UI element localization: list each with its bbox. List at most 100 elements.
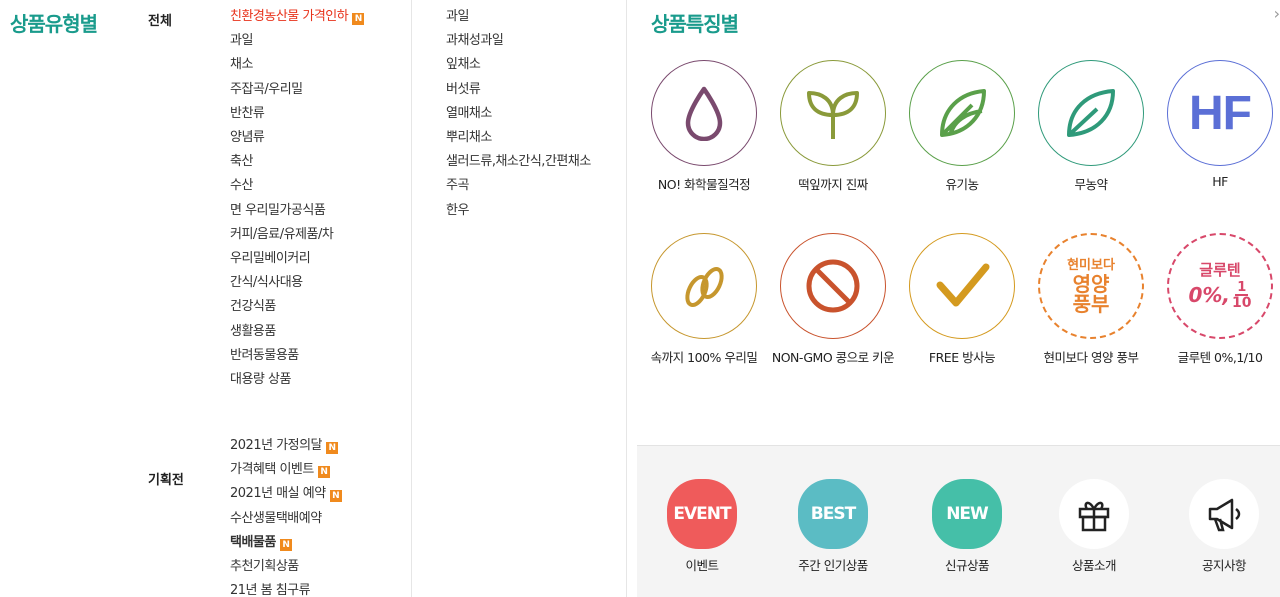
- subcategory-item-label: 한우: [446, 202, 469, 218]
- feature-label: HF: [1212, 174, 1228, 189]
- best-link[interactable]: BEST 주간 인기상품: [768, 479, 898, 574]
- subcategory-item-label: 과채성과일: [446, 33, 504, 49]
- hf-text: HF: [1189, 86, 1252, 140]
- feature-label: 속까지 100% 우리밀: [650, 350, 758, 365]
- divider: [411, 0, 412, 597]
- plan-item-label: 21년 봄 침구류: [230, 583, 311, 597]
- feature-korean-wheat[interactable]: 속까지 100% 우리밀: [639, 233, 769, 366]
- category-item[interactable]: 반찬류: [230, 102, 364, 126]
- product-type-title: 상품유형별: [10, 12, 98, 36]
- feature-label: NON-GMO 콩으로 키운: [771, 350, 895, 365]
- feature-pesticide-free[interactable]: 무농약: [1026, 60, 1156, 193]
- subcategory-item[interactable]: 한우: [446, 199, 591, 223]
- gift-icon: [1059, 479, 1129, 549]
- chevron-right-icon[interactable]: ›: [1274, 4, 1280, 23]
- plan-item-label: 2021년 가정의달: [230, 438, 323, 453]
- category-item[interactable]: 주잡곡/우리밀: [230, 78, 364, 102]
- plan-item[interactable]: 추천기획상품: [230, 555, 342, 579]
- subcategory-item[interactable]: 열매채소: [446, 102, 591, 126]
- wheat-icon: [651, 233, 757, 339]
- plan-item[interactable]: 2021년 가정의달 N: [230, 434, 342, 458]
- feature-label: 무농약: [1074, 177, 1108, 192]
- all-category-label: 전체: [148, 14, 172, 29]
- new-badge-icon: N: [329, 490, 342, 503]
- plan-item-label: 추천기획상품: [230, 559, 299, 575]
- notice-link[interactable]: 공지사항: [1159, 479, 1280, 574]
- feature-label: 글루텐 0%,1/10: [1177, 350, 1263, 365]
- check-icon: [909, 233, 1015, 339]
- category-item-label: 과일: [230, 33, 253, 49]
- stamp-icon: 현미보다 영양 풍부: [1038, 233, 1144, 339]
- new-badge-icon: N: [352, 13, 365, 25]
- feature-label: NO! 화학물질걱정: [657, 177, 751, 192]
- feature-no-chemicals[interactable]: NO! 화학물질걱정: [639, 60, 769, 193]
- gluten-top-text: 글루텐: [1199, 260, 1241, 279]
- plan-item[interactable]: 택배물품 N: [230, 531, 342, 555]
- stamp-mid-text: 영양: [1072, 271, 1110, 296]
- subcategory-item[interactable]: 잎채소: [446, 53, 591, 77]
- plan-item[interactable]: 21년 봄 침구류: [230, 579, 342, 597]
- feature-label: 현미보다 영양 풍부: [1043, 350, 1139, 365]
- feature-radiation-free[interactable]: FREE 방사능: [897, 233, 1027, 366]
- new-link[interactable]: NEW 신규상품: [902, 479, 1032, 574]
- category-item[interactable]: 과일: [230, 29, 364, 53]
- new-badge-icon: N: [317, 466, 330, 479]
- subcategory-item[interactable]: 뿌리채소: [446, 126, 591, 150]
- new-badge-icon: N: [279, 538, 292, 551]
- subcategory-item[interactable]: 과일: [446, 5, 591, 29]
- category-item-label: 간식/식사대용: [230, 275, 303, 291]
- category-item[interactable]: 수산: [230, 174, 364, 198]
- bottom-label: 상품소개: [1071, 558, 1117, 573]
- subcategory-item-label: 뿌리채소: [446, 130, 492, 146]
- feature-gluten[interactable]: 글루텐 0%, 1 10 글루텐 0%,1/10: [1155, 233, 1280, 366]
- plan-item-label: 2021년 매실 예약: [230, 486, 326, 502]
- subcategory-item[interactable]: 버섯류: [446, 78, 591, 102]
- feature-hf[interactable]: HF HF: [1155, 60, 1280, 189]
- category-item[interactable]: 우리밀베이커리: [230, 247, 364, 271]
- drop-icon: [651, 60, 757, 166]
- category-item[interactable]: 축산: [230, 150, 364, 174]
- product-intro-link[interactable]: 상품소개: [1029, 479, 1159, 574]
- new-badge-icon: N: [326, 442, 339, 454]
- bottom-label: 주간 인기상품: [798, 558, 868, 573]
- subcategory-item-label: 열매채소: [446, 105, 492, 121]
- category-item[interactable]: 반려동물용품: [230, 344, 364, 368]
- subcategory-item[interactable]: 과채성과일: [446, 29, 591, 53]
- category-item[interactable]: 대용량 상품: [230, 368, 364, 392]
- stamp-bot-text: 풍부: [1072, 291, 1110, 316]
- subcategory-item-label: 버섯류: [446, 81, 481, 97]
- best-badge-icon: BEST: [798, 479, 868, 549]
- subcategory-item[interactable]: 샐러드류,채소간식,간편채소: [446, 150, 591, 174]
- category-item-label: 친환경농산물 가격인하: [230, 9, 349, 24]
- plan-item[interactable]: 수산생물택배예약: [230, 507, 342, 531]
- feature-non-gmo[interactable]: NON-GMO 콩으로 키운: [768, 233, 898, 366]
- category-item[interactable]: 건강식품: [230, 295, 364, 319]
- event-link[interactable]: EVENT 이벤트: [637, 479, 767, 574]
- bottom-label: 이벤트: [685, 558, 719, 573]
- category-item-label: 면 우리밀가공식품: [230, 202, 326, 218]
- category-item[interactable]: 친환경농산물 가격인하 N: [230, 5, 365, 29]
- category-list-main: 친환경농산물 가격인하 N 과일채소주잡곡/우리밀 반찬류 양념류 축산 수산면 우리밀가공…: [230, 5, 365, 392]
- category-item-label: 채소: [230, 57, 253, 73]
- plan-item[interactable]: 가격혜택 이벤트 N: [230, 458, 342, 482]
- bottom-label: 공지사항: [1201, 558, 1247, 573]
- leaves-icon: [909, 60, 1015, 166]
- event-badge-icon: EVENT: [667, 479, 737, 549]
- category-item[interactable]: 생활용품: [230, 320, 364, 344]
- gluten-den-text: 10: [1232, 294, 1252, 311]
- category-item[interactable]: 채소: [230, 53, 364, 77]
- category-item[interactable]: 면 우리밀가공식품: [230, 199, 364, 223]
- category-list-sub: 과일과채성과일잎채소버섯류열매채소뿌리채소샐러드류,채소간식,간편채소 주곡한우: [446, 5, 591, 223]
- feature-label: 유기농: [945, 177, 979, 192]
- plan-item[interactable]: 2021년 매실 예약 N: [230, 482, 342, 506]
- category-item-label: 우리밀베이커리: [230, 251, 311, 267]
- feature-organic[interactable]: 유기농: [897, 60, 1027, 193]
- category-item[interactable]: 간식/식사대용: [230, 271, 364, 295]
- category-item[interactable]: 커피/음료/유제품/차: [230, 223, 364, 247]
- feature-label: FREE 방사능: [928, 350, 996, 365]
- category-item-label: 생활용품: [230, 323, 276, 339]
- feature-rich-nutrition[interactable]: 현미보다 영양 풍부 현미보다 영양 풍부: [1026, 233, 1156, 366]
- feature-real-sprout[interactable]: 떡잎까지 진짜: [768, 60, 898, 193]
- category-item[interactable]: 양념류: [230, 126, 364, 150]
- subcategory-item[interactable]: 주곡: [446, 174, 591, 198]
